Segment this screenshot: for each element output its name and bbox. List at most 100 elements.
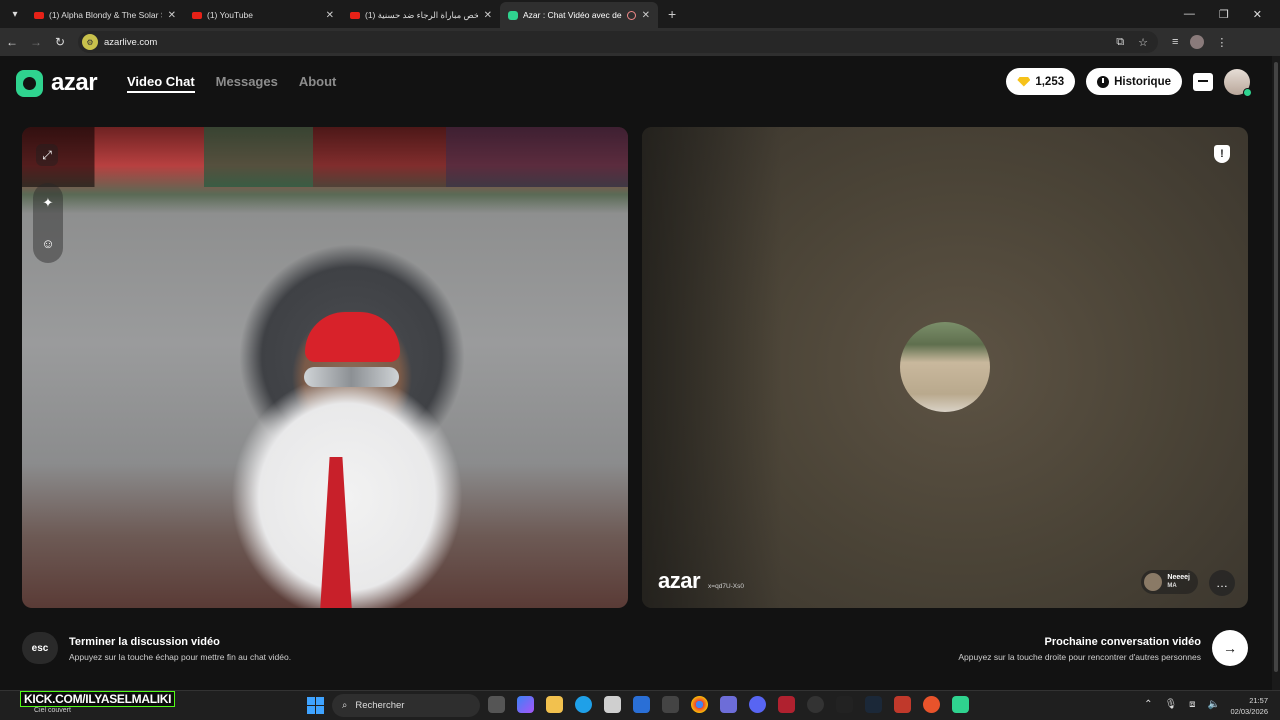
clock-icon	[1097, 75, 1110, 88]
nav-messages[interactable]: Messages	[216, 74, 278, 93]
site-info-icon[interactable]: ⚙	[82, 34, 98, 50]
edge-icon[interactable]	[575, 696, 592, 713]
expand-icon[interactable]: ⤢	[36, 144, 58, 166]
url-text: azarlive.com	[104, 36, 158, 48]
azar-logo[interactable]: azar	[16, 69, 98, 97]
gem-icon	[1017, 76, 1031, 87]
game-icon[interactable]	[720, 696, 737, 713]
video-subject-sunglasses	[304, 367, 399, 387]
app-icon[interactable]	[662, 696, 679, 713]
browser-tab-strip: ▾ (1) Alpha Blondy & The Solar Sy ✕ (1) …	[0, 0, 1280, 28]
volume-icon[interactable]: 🔈	[1208, 699, 1220, 710]
partner-info-chip[interactable]: Neeeej MA	[1141, 570, 1198, 594]
video-subject-tie	[320, 457, 352, 608]
task-view-icon[interactable]	[488, 696, 505, 713]
microphone-icon[interactable]: 🎙	[1164, 699, 1177, 710]
profile-icon[interactable]	[1190, 35, 1205, 49]
next-chat-subtitle: Appuyez sur la touche droite pour rencon…	[958, 652, 1201, 662]
face-filter-icon[interactable]: ☺	[41, 236, 54, 251]
clock-date: 02/03/2026	[1230, 707, 1268, 716]
gems-count: 1,253	[1035, 75, 1065, 88]
user-avatar[interactable]	[1224, 68, 1252, 97]
maximize-icon[interactable]: ❐	[1219, 8, 1229, 21]
app-icon[interactable]	[894, 696, 911, 713]
history-label: Historique	[1114, 75, 1171, 88]
play-icon[interactable]	[952, 696, 969, 713]
chevron-up-icon[interactable]: ⌃	[1144, 699, 1152, 710]
next-chat-title: Prochaine conversation vidéo	[1044, 636, 1202, 648]
page-scrollbar[interactable]	[1272, 56, 1280, 690]
report-shield-icon[interactable]: !	[1214, 145, 1230, 163]
tab-list-icon[interactable]: ≡	[1172, 36, 1178, 48]
youtube-icon	[192, 11, 202, 19]
system-tray: ⌃ 🎙 ⧈ 🔈	[1144, 699, 1220, 710]
history-button[interactable]: Historique	[1086, 68, 1182, 95]
partner-profile-thumbnail	[900, 322, 990, 412]
esc-key-button[interactable]: esc	[22, 632, 58, 664]
copilot-icon[interactable]	[517, 696, 534, 713]
browser-menu-icon[interactable]: ⋮	[1216, 36, 1227, 49]
tab-title: (1) Alpha Blondy & The Solar Sy	[49, 10, 162, 20]
logo-text: azar	[51, 69, 98, 96]
weather-text[interactable]: Ciel couvert	[34, 707, 71, 714]
discord-icon[interactable]	[749, 696, 766, 713]
taskbar-clock[interactable]: 21:57 02/03/2026	[1230, 695, 1268, 717]
browser-tab[interactable]: (1) YouTube ✕	[184, 2, 342, 28]
partner-avatar	[1144, 573, 1163, 591]
windows-taskbar: KICK.COM/ILYASELMALIKI Ciel couvert ⌕ Re…	[0, 690, 1280, 720]
store-icon[interactable]	[604, 696, 621, 713]
forward-icon[interactable]: →	[24, 35, 48, 49]
next-arrow-button[interactable]: →	[1212, 630, 1248, 666]
nav-video-chat[interactable]: Video Chat	[127, 74, 195, 93]
app-icon[interactable]	[836, 696, 853, 713]
adobe-icon[interactable]	[778, 696, 795, 713]
partner-name: Neeeej	[1167, 574, 1190, 581]
partner-country: MA	[1167, 583, 1177, 589]
chat-bubble-icon[interactable]: …	[1209, 570, 1235, 596]
azar-favicon-icon	[508, 10, 518, 20]
taskbar-search[interactable]: ⌕ Rechercher	[332, 694, 480, 717]
obs-icon[interactable]	[807, 696, 824, 713]
steam-icon[interactable]	[865, 696, 882, 713]
watermark-id: x=qd7U-Xs0	[708, 583, 744, 590]
magic-wand-icon[interactable]: ✦	[43, 195, 54, 211]
minimize-icon[interactable]: —	[1184, 8, 1195, 21]
window-controls: — ❐ ✕	[1184, 8, 1280, 21]
azar-logo-icon	[16, 69, 43, 97]
end-chat-hint: Terminer la discussion vidéo Appuyez sur…	[69, 636, 291, 662]
nav-about[interactable]: About	[299, 74, 337, 93]
new-tab-icon[interactable]: +	[668, 6, 676, 22]
file-explorer-icon[interactable]	[546, 696, 563, 713]
app-icon[interactable]	[923, 696, 940, 713]
bookmark-star-icon[interactable]: ☆	[1138, 36, 1148, 49]
end-chat-title: Terminer la discussion vidéo	[69, 636, 220, 648]
browser-tab-active[interactable]: Azar : Chat Vidéo avec de ✕	[500, 2, 658, 28]
browser-tab[interactable]: (1) ملخص مباراة الرجاء ضد حسنية ✕	[342, 2, 500, 28]
reload-icon[interactable]: ↻	[48, 35, 72, 49]
close-tab-icon[interactable]: ✕	[326, 10, 334, 21]
install-app-icon[interactable]: ⧉	[1116, 36, 1124, 49]
tab-title: (1) YouTube	[207, 10, 253, 20]
close-tab-icon[interactable]: ✕	[484, 10, 492, 21]
browser-tab[interactable]: (1) Alpha Blondy & The Solar Sy ✕	[26, 2, 184, 28]
back-icon[interactable]: ←	[0, 35, 24, 49]
watermark-logo: azar	[658, 568, 701, 593]
close-window-icon[interactable]: ✕	[1253, 8, 1262, 21]
close-tab-icon[interactable]: ✕	[168, 10, 176, 21]
address-bar[interactable]: ⚙ azarlive.com ⧉ ☆	[78, 31, 1158, 53]
taskbar-apps	[488, 696, 969, 713]
video-subject-cap	[305, 312, 400, 362]
tab-search-icon[interactable]: ▾	[4, 3, 26, 25]
azar-page: azar Video Chat Messages About 1,253 His…	[0, 56, 1272, 690]
next-chat-hint: Prochaine conversation vidéo Appuyez sur…	[958, 636, 1201, 662]
azar-watermark: azar x=qd7U-Xs0	[658, 568, 744, 594]
outlook-icon[interactable]	[633, 696, 650, 713]
network-icon[interactable]: ⧈	[1189, 699, 1195, 710]
stream-overlay-text: KICK.COM/ILYASELMALIKI	[20, 691, 176, 707]
tab-title: Azar : Chat Vidéo avec de	[523, 10, 622, 20]
close-tab-icon[interactable]: ✕	[642, 10, 650, 21]
gems-button[interactable]: 1,253	[1006, 68, 1076, 95]
inbox-icon[interactable]	[1193, 72, 1213, 91]
chrome-icon[interactable]	[691, 696, 708, 713]
windows-start-icon[interactable]	[307, 697, 324, 714]
